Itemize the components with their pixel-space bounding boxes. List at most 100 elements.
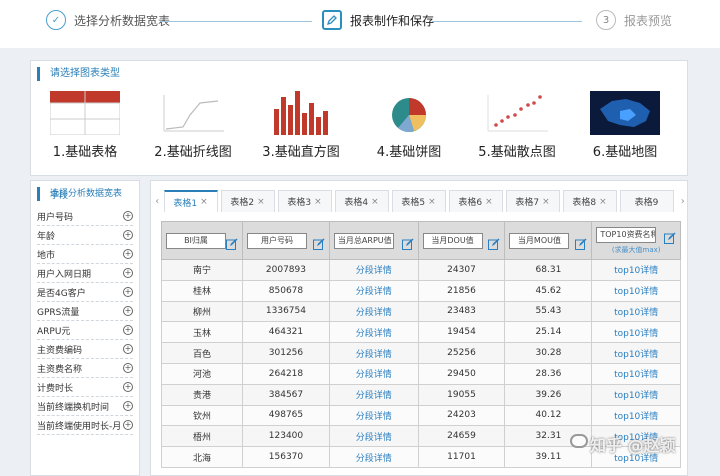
chart-type-title: 请选择图表类型 <box>37 67 687 81</box>
edit-icon[interactable] <box>488 235 500 250</box>
tab-table-3[interactable]: 表格3 × <box>277 190 332 212</box>
column-header: 当月DOU值 <box>417 221 506 260</box>
step-divider <box>432 21 582 22</box>
table-cell: 384567 <box>242 383 330 406</box>
field-item[interactable]: 用户入网日期 + <box>37 264 133 283</box>
table-row: 柳州 1336754 分段详情 23483 55.43 top10详情 <box>161 300 681 323</box>
detail-link[interactable]: 分段详情 <box>328 300 419 323</box>
chart-type-line[interactable]: 2.基础折线图 <box>139 91 247 160</box>
field-item[interactable]: 年龄 + <box>37 226 133 245</box>
add-field-icon[interactable]: + <box>123 344 133 354</box>
field-item[interactable]: GPRS流量 + <box>37 302 133 321</box>
edit-icon[interactable] <box>312 235 325 250</box>
field-item[interactable]: 当前终端换机时间 + <box>37 397 133 416</box>
detail-link[interactable]: 分段详情 <box>328 279 419 302</box>
tab-table-6[interactable]: 表格6 × <box>448 190 503 212</box>
table-cell: 55.43 <box>504 300 593 323</box>
add-field-icon[interactable]: + <box>123 230 133 240</box>
tab-prev-icon[interactable]: ‹ <box>151 196 164 207</box>
detail-link[interactable]: 分段详情 <box>328 425 419 448</box>
detail-link[interactable]: 分段详情 <box>328 321 419 344</box>
add-field-icon[interactable]: + <box>123 306 133 316</box>
add-field-icon[interactable]: + <box>123 325 133 335</box>
table-cell: 南宁 <box>161 259 243 281</box>
detail-link[interactable]: 分段详情 <box>328 446 419 468</box>
detail-link[interactable]: top10详情 <box>591 259 681 281</box>
field-item[interactable]: 用户号码 + <box>37 207 133 226</box>
table-cell: 40.12 <box>504 404 593 427</box>
add-field-icon[interactable]: + <box>123 382 133 392</box>
tab-table-4[interactable]: 表格4 × <box>334 190 389 212</box>
table-cell: 24659 <box>417 425 506 448</box>
field-label: 当前终端换机时间 <box>37 402 110 413</box>
table-row: 南宁 2007893 分段详情 24307 68.31 top10详情 <box>161 259 681 281</box>
tab-next-icon[interactable]: › <box>677 196 690 207</box>
close-icon[interactable]: × <box>200 197 208 207</box>
add-field-icon[interactable]: + <box>123 268 133 278</box>
detail-link[interactable]: 分段详情 <box>328 362 419 385</box>
header-note: (求最大值max) <box>611 245 661 254</box>
tab-table-2[interactable]: 表格2 × <box>220 190 275 212</box>
detail-link[interactable]: top10详情 <box>591 383 681 406</box>
add-field-icon[interactable]: + <box>123 211 133 221</box>
table-cell: 贵港 <box>161 383 243 406</box>
chart-type-bar[interactable]: 3.基础直方图 <box>247 91 355 160</box>
field-item[interactable]: 计费时长 + <box>37 378 133 397</box>
close-icon[interactable]: × <box>542 197 550 207</box>
chart-type-table[interactable]: 1.基础表格 <box>31 91 139 160</box>
field-item[interactable]: ARPU元 + <box>37 321 133 340</box>
step-2[interactable]: 报表制作和保存 <box>322 10 434 30</box>
field-item[interactable]: 主资费编码 + <box>37 340 133 359</box>
detail-link[interactable]: 分段详情 <box>328 404 419 427</box>
edit-report-icon <box>322 10 342 30</box>
tab-table-9[interactable]: 表格9 <box>619 190 674 212</box>
chart-type-panel: 请选择图表类型 1.基础表格 2.基础折线图 3.基础直方图 4.基础饼图 5.… <box>30 60 688 176</box>
scatter-chart-icon <box>482 91 552 135</box>
close-icon[interactable]: × <box>314 197 322 207</box>
add-field-icon[interactable]: + <box>123 401 133 411</box>
field-label: 主资费名称 <box>37 364 83 375</box>
step-1[interactable]: ✓ 选择分析数据宽表 <box>46 10 170 30</box>
field-item[interactable]: 是否4G客户 + <box>37 283 133 302</box>
step-indicator: ✓ 选择分析数据宽表 报表制作和保存 3 报表预览 <box>0 0 720 48</box>
detail-link[interactable]: top10详情 <box>591 404 681 427</box>
edit-icon[interactable] <box>226 235 238 250</box>
detail-link[interactable]: top10详情 <box>591 321 681 344</box>
add-field-icon[interactable]: + <box>123 363 133 373</box>
edit-icon[interactable] <box>664 229 676 244</box>
close-icon[interactable]: × <box>599 197 607 207</box>
add-field-icon[interactable]: + <box>123 249 133 259</box>
add-field-icon[interactable]: + <box>123 420 133 430</box>
field-panel: 选择分析数据宽表字段 用户号码 + 年龄 + 地市 + 用户入网日期 + 是否4G客户 + GPRS… <box>30 180 140 476</box>
edit-icon[interactable] <box>575 235 587 250</box>
field-item[interactable]: 当前终端使用时长-月 + <box>37 416 133 435</box>
close-icon[interactable]: × <box>428 197 436 207</box>
step-3-label: 报表预览 <box>624 13 673 28</box>
close-icon[interactable]: × <box>485 197 493 207</box>
chart-type-scatter[interactable]: 5.基础散点图 <box>463 91 571 160</box>
tab-table-1[interactable]: 表格1 × <box>163 190 218 212</box>
tab-table-5[interactable]: 表格5 × <box>391 190 446 212</box>
detail-link[interactable]: top10详情 <box>591 279 681 302</box>
edit-icon[interactable] <box>401 235 414 250</box>
chart-type-pie[interactable]: 4.基础饼图 <box>355 91 463 160</box>
add-field-icon[interactable]: + <box>123 287 133 297</box>
step-3[interactable]: 3 报表预览 <box>596 10 672 30</box>
detail-link[interactable]: top10详情 <box>591 300 681 323</box>
detail-link[interactable]: 分段详情 <box>328 383 419 406</box>
detail-link[interactable]: 分段详情 <box>328 342 419 364</box>
field-item[interactable]: 地市 + <box>37 245 133 264</box>
close-icon[interactable]: × <box>257 197 265 207</box>
field-item[interactable]: 主资费名称 + <box>37 359 133 378</box>
chart-type-map[interactable]: 6.基础地图 <box>571 91 679 160</box>
detail-link[interactable]: top10详情 <box>591 362 681 385</box>
step-3-number: 3 <box>596 10 616 30</box>
detail-link[interactable]: 分段详情 <box>328 259 419 281</box>
chart-type-label: 5.基础散点图 <box>478 145 556 160</box>
close-icon[interactable]: × <box>371 197 379 207</box>
detail-link[interactable]: top10详情 <box>591 342 681 364</box>
field-label: 是否4G客户 <box>37 288 86 299</box>
tab-table-7[interactable]: 表格7 × <box>505 190 560 212</box>
tab-table-8[interactable]: 表格8 × <box>562 190 617 212</box>
table-cell: 30.28 <box>504 342 593 364</box>
